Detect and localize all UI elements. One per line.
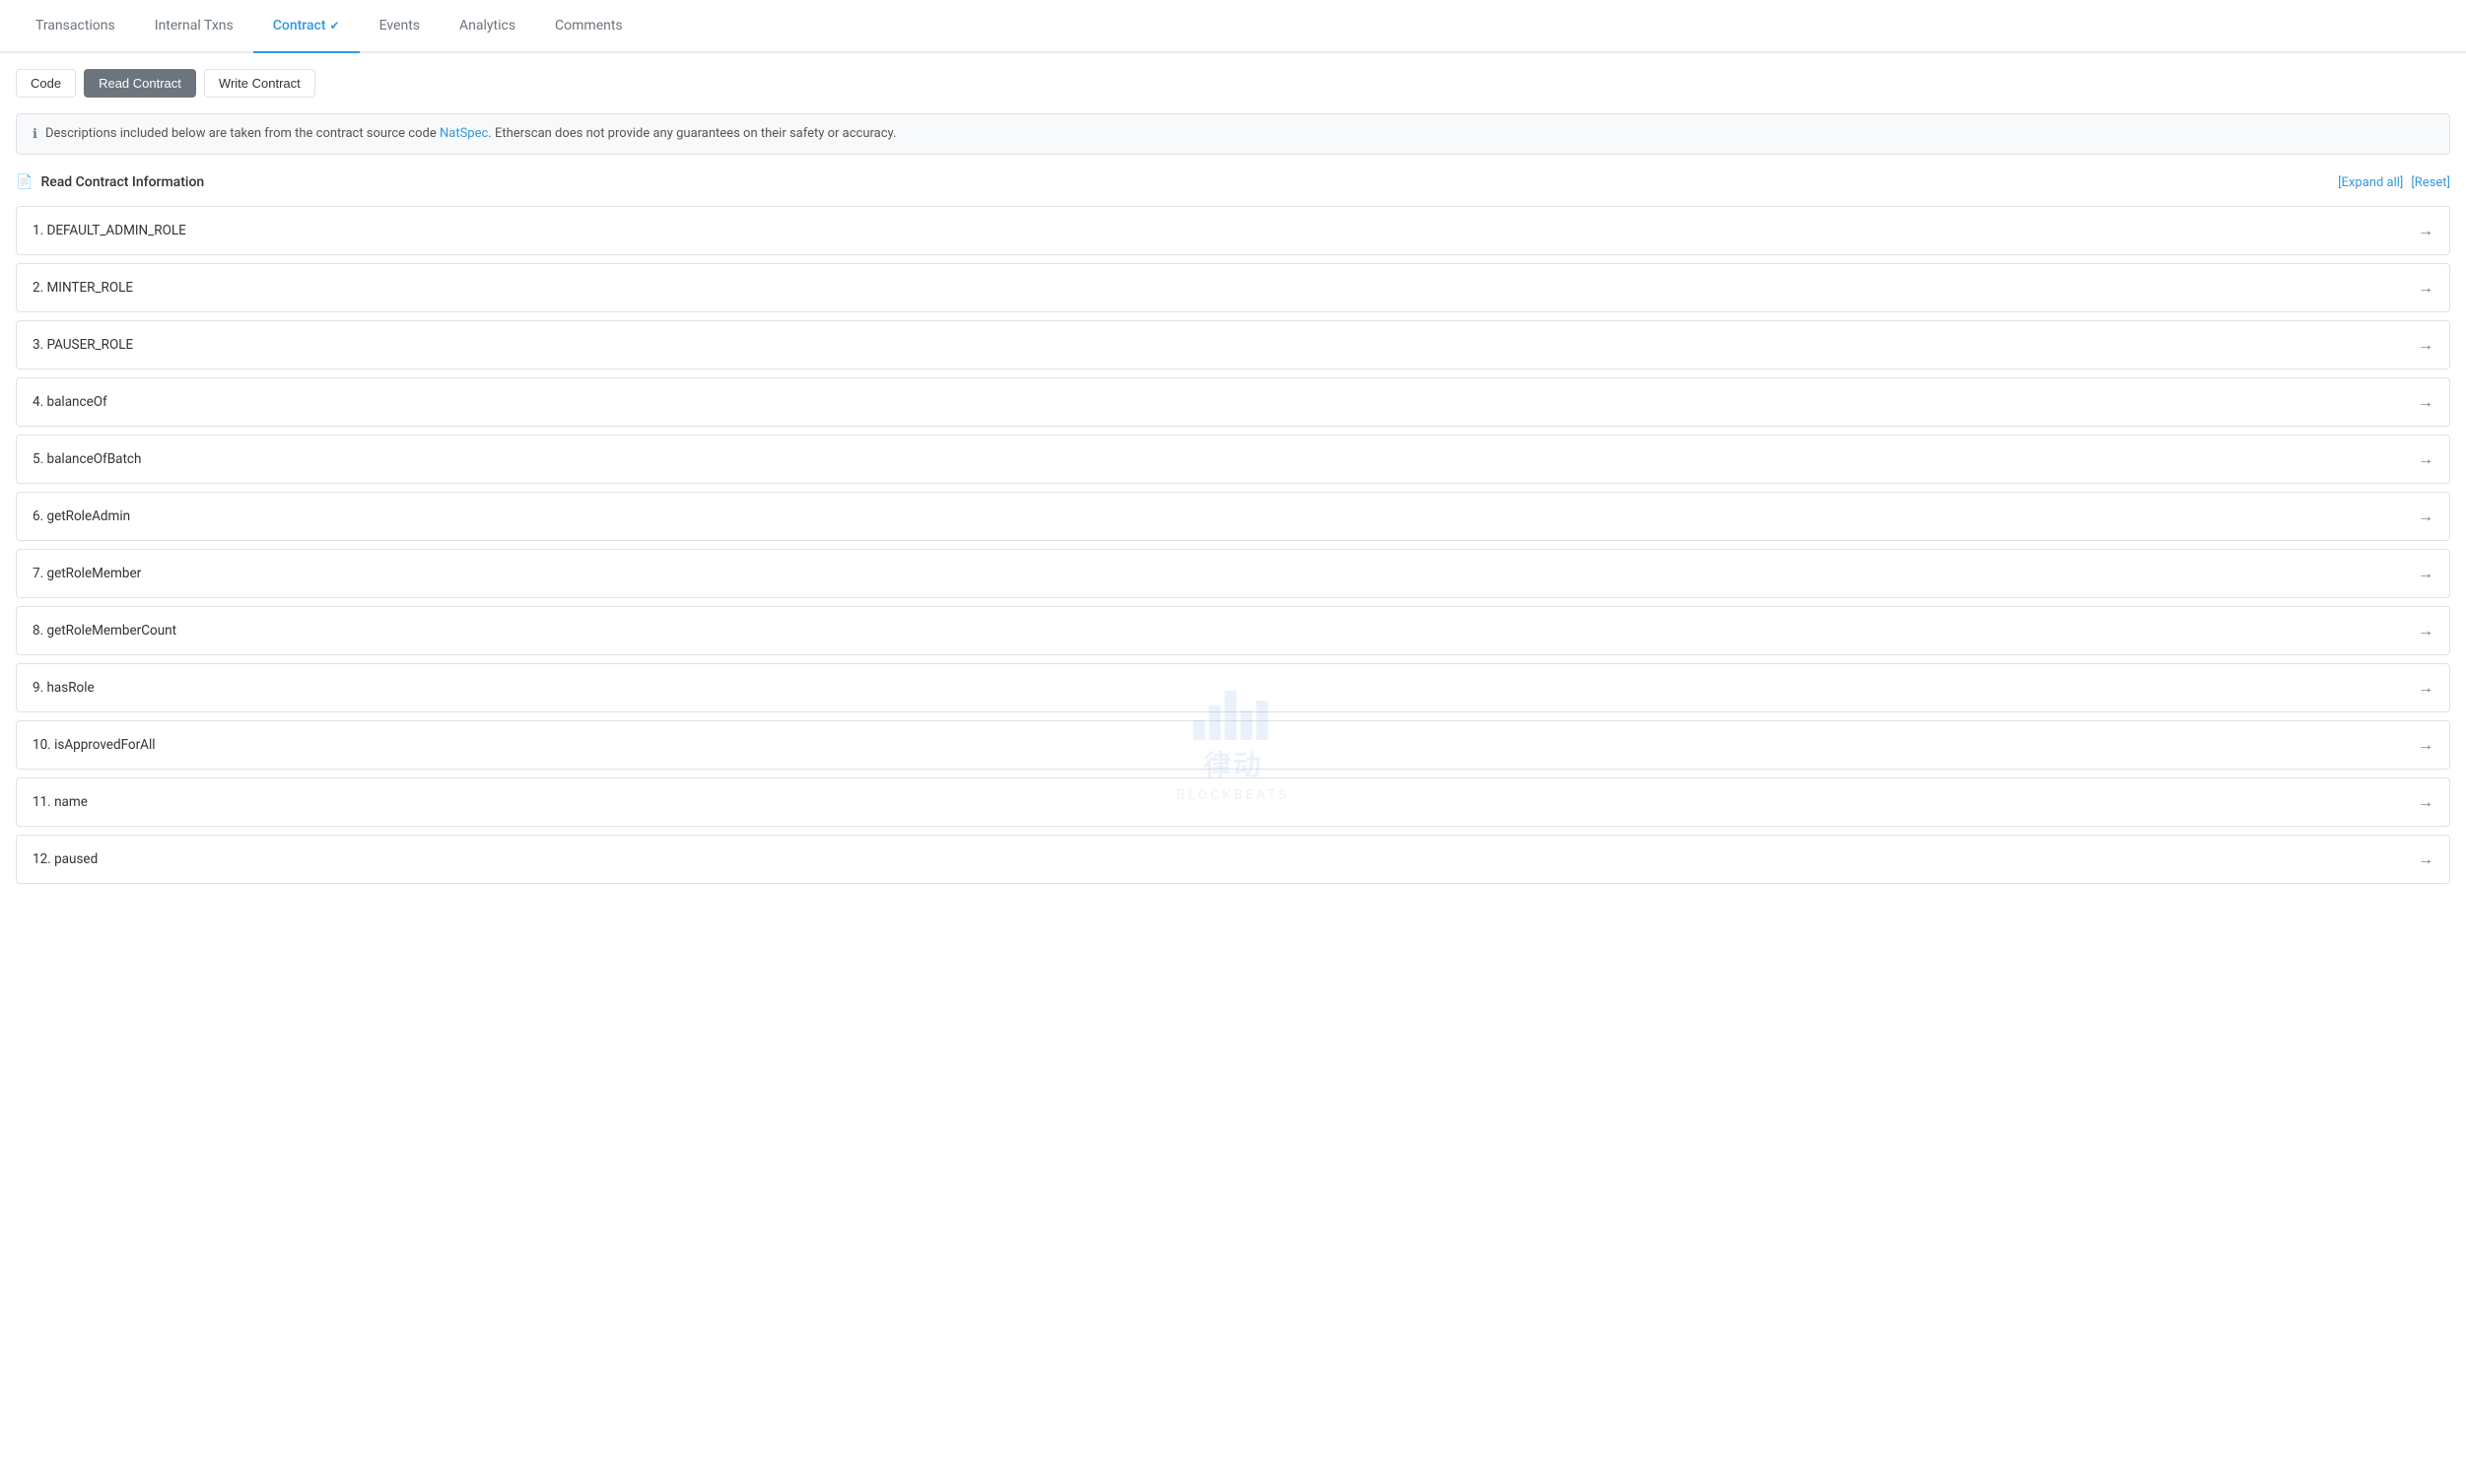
chevron-right-icon: → xyxy=(2418,678,2433,698)
chevron-right-icon: → xyxy=(2418,564,2433,583)
contract-item[interactable]: 7. getRoleMember → xyxy=(16,549,2450,598)
tab-comments[interactable]: Comments xyxy=(535,0,643,53)
contract-item-label: 4. balanceOf xyxy=(33,394,107,410)
contract-item-label: 10. isApprovedForAll xyxy=(33,737,156,753)
tab-internal-txns[interactable]: Internal Txns xyxy=(135,0,253,53)
tab-transactions[interactable]: Transactions xyxy=(16,0,135,53)
contract-item[interactable]: 12. paused → xyxy=(16,835,2450,884)
tab-contract[interactable]: Contract✔ xyxy=(253,0,360,53)
info-text-before: Descriptions included below are taken fr… xyxy=(45,126,440,141)
content-area: Code Read Contract Write Contract ℹ Descri… xyxy=(0,53,2466,908)
section-header: 📄 Read Contract Information [Expand all]… xyxy=(16,170,2450,194)
contract-item-label: 11. name xyxy=(33,794,88,810)
contract-item[interactable]: 9. hasRole → xyxy=(16,663,2450,712)
contract-item[interactable]: 1. DEFAULT_ADMIN_ROLE → xyxy=(16,206,2450,255)
contract-item[interactable]: 6. getRoleAdmin → xyxy=(16,492,2450,541)
info-icon: ℹ xyxy=(33,127,37,142)
contract-item-label: 8. getRoleMemberCount xyxy=(33,623,176,639)
contract-item[interactable]: 10. isApprovedForAll → xyxy=(16,720,2450,770)
contract-item[interactable]: 2. MINTER_ROLE → xyxy=(16,263,2450,312)
contract-item[interactable]: 5. balanceOfBatch → xyxy=(16,435,2450,484)
contract-item-label: 6. getRoleAdmin xyxy=(33,508,130,524)
chevron-right-icon: → xyxy=(2418,392,2433,412)
contract-item-label: 5. balanceOfBatch xyxy=(33,451,141,467)
section-title-text: Read Contract Information xyxy=(40,174,204,190)
chevron-right-icon: → xyxy=(2418,449,2433,469)
contract-item-label: 7. getRoleMember xyxy=(33,566,141,581)
tabs-bar: TransactionsInternal TxnsContract✔Events… xyxy=(0,0,2466,53)
write-contract-button[interactable]: Write Contract xyxy=(204,69,315,98)
chevron-right-icon: → xyxy=(2418,278,2433,298)
code-button[interactable]: Code xyxy=(16,69,76,98)
section-actions: [Expand all] [Reset] xyxy=(2338,175,2450,190)
tab-analytics[interactable]: Analytics xyxy=(440,0,535,53)
contract-item-label: 9. hasRole xyxy=(33,680,95,696)
chevron-right-icon: → xyxy=(2418,335,2433,355)
info-text-after: . Etherscan does not provide any guarant… xyxy=(488,126,896,141)
section-title: 📄 Read Contract Information xyxy=(16,174,204,190)
tab-events[interactable]: Events xyxy=(360,0,440,53)
contract-item-label: 3. PAUSER_ROLE xyxy=(33,337,133,353)
read-contract-button[interactable]: Read Contract xyxy=(84,69,196,98)
info-banner: ℹ Descriptions included below are taken … xyxy=(16,113,2450,155)
contract-item-label: 2. MINTER_ROLE xyxy=(33,280,133,296)
chevron-right-icon: → xyxy=(2418,621,2433,641)
contract-item[interactable]: 8. getRoleMemberCount → xyxy=(16,606,2450,655)
button-group: Code Read Contract Write Contract xyxy=(16,69,2450,98)
document-icon: 📄 xyxy=(16,174,33,190)
contract-items-list: 1. DEFAULT_ADMIN_ROLE→2. MINTER_ROLE→3. … xyxy=(16,206,2450,884)
contract-item[interactable]: 11. name → xyxy=(16,777,2450,827)
contract-item-label: 12. paused xyxy=(33,851,98,867)
natspec-link[interactable]: NatSpec xyxy=(440,126,488,141)
chevron-right-icon: → xyxy=(2418,735,2433,755)
chevron-right-icon: → xyxy=(2418,792,2433,812)
verified-icon: ✔ xyxy=(330,19,340,33)
contract-item[interactable]: 3. PAUSER_ROLE → xyxy=(16,320,2450,370)
expand-all-link[interactable]: [Expand all] xyxy=(2338,175,2403,190)
info-text: Descriptions included below are taken fr… xyxy=(45,126,896,141)
reset-link[interactable]: [Reset] xyxy=(2411,175,2450,190)
chevron-right-icon: → xyxy=(2418,506,2433,526)
contract-item-label: 1. DEFAULT_ADMIN_ROLE xyxy=(33,223,186,238)
chevron-right-icon: → xyxy=(2418,221,2433,240)
chevron-right-icon: → xyxy=(2418,849,2433,869)
contract-item[interactable]: 4. balanceOf → xyxy=(16,377,2450,427)
